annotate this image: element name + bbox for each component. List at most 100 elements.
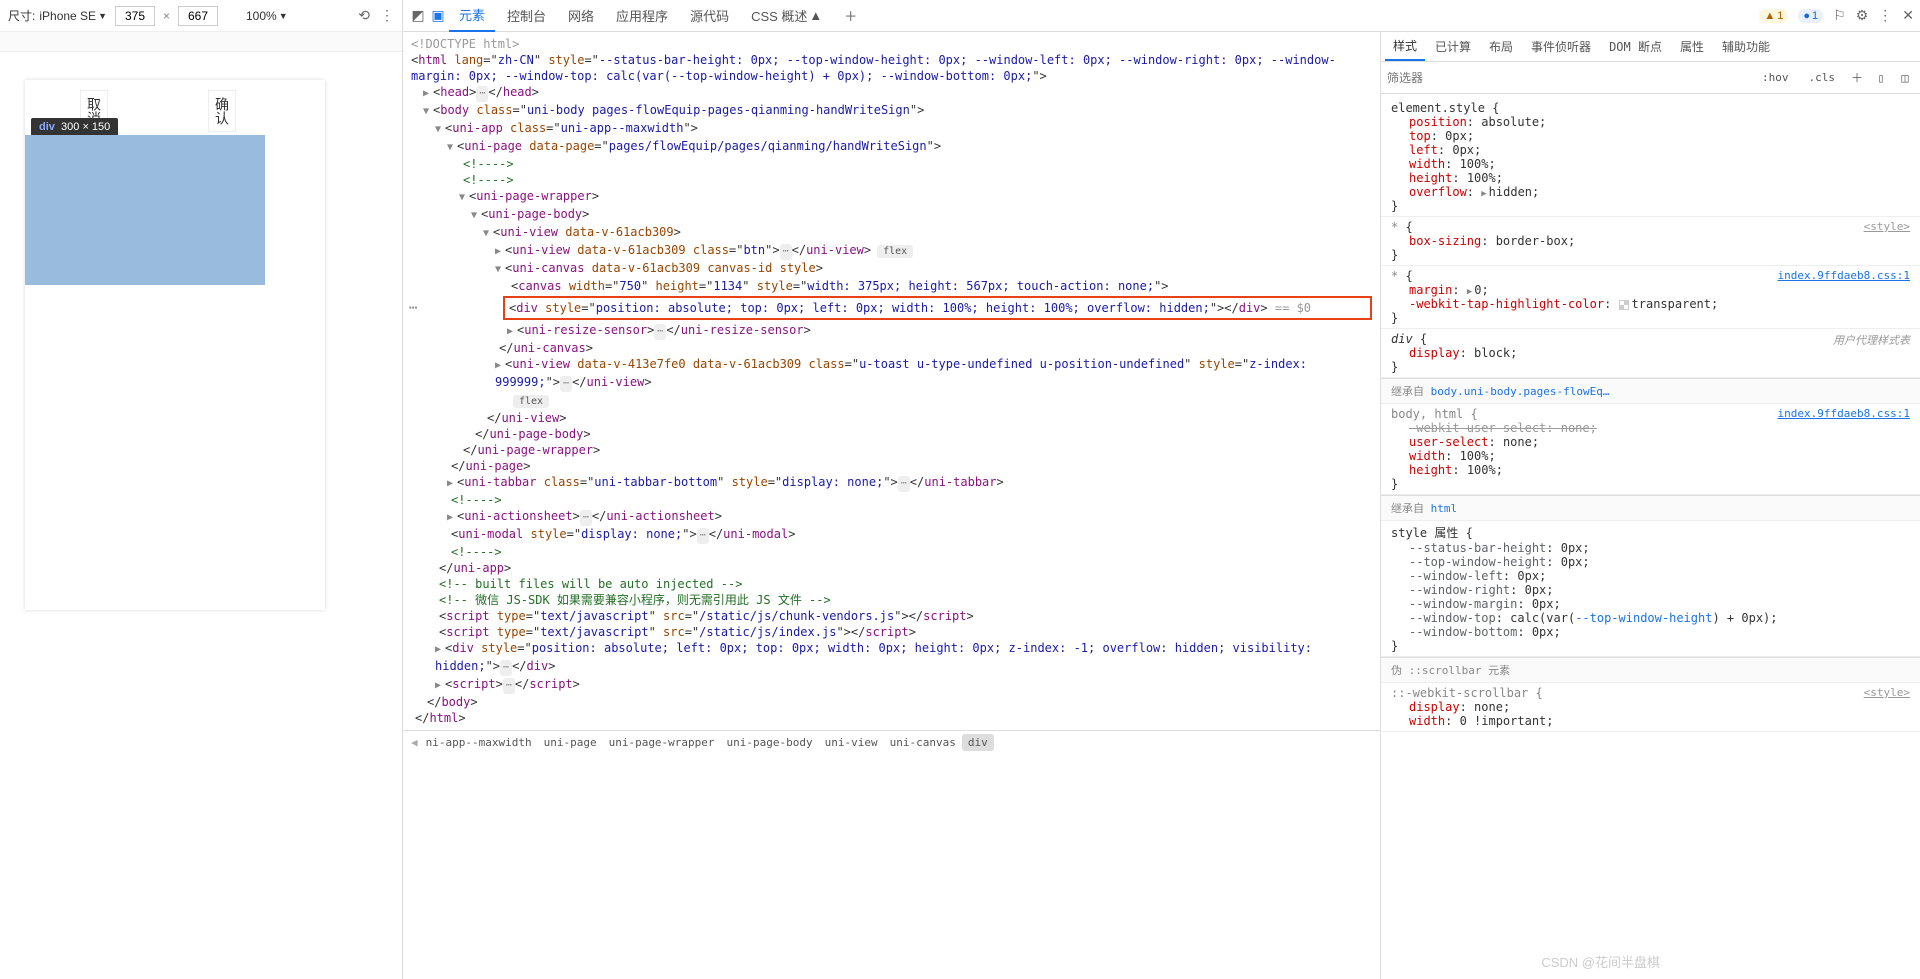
page-close[interactable]: </uni-page>	[411, 458, 1372, 474]
comment: <!-- 微信 JS-SDK 如果需要兼容小程序，则无需引用此 JS 文件 --…	[411, 592, 1372, 608]
script-tag[interactable]: <script type="text/javascript" src="/sta…	[411, 608, 1372, 624]
toast-tag[interactable]: ▶<uni-view data-v-413e7fe0 data-v-61acb3…	[411, 356, 1372, 410]
gutter-dots-icon: ⋯	[409, 300, 417, 316]
rule-star2[interactable]: index.9ffdaeb8.css:1 * { margin: ▶0; -we…	[1381, 266, 1920, 329]
crumb-item[interactable]: uni-page-wrapper	[603, 734, 721, 751]
device-viewport: 取消 确认 div 300 × 150	[0, 52, 402, 979]
add-rule-icon[interactable]: ＋	[1848, 69, 1866, 87]
devtools-panel: ◩ ▣ 元素 控制台 网络 应用程序 源代码 CSS 概述 ▲ ＋ ▲ 1 ● …	[403, 0, 1920, 979]
inherit-label: 继承自 html	[1381, 495, 1920, 521]
rule-style-attrs[interactable]: style 属性 { --status-bar-height: 0px; --t…	[1381, 521, 1920, 657]
height-input[interactable]	[178, 6, 218, 26]
tab-dombreak[interactable]: DOM 断点	[1601, 33, 1670, 60]
cls-button[interactable]: .cls	[1802, 68, 1843, 87]
hov-button[interactable]: :hov	[1755, 68, 1796, 87]
confirm-button[interactable]: 确认	[208, 90, 236, 132]
comment: <!---->	[411, 156, 1372, 172]
crumb-item[interactable]: ni-app--maxwidth	[420, 734, 538, 751]
panel-icon[interactable]: ◫	[1896, 69, 1914, 87]
styles-content[interactable]: element.style { position: absolute; top:…	[1381, 94, 1920, 979]
html-tag[interactable]: <html lang="zh-CN" style="--status-bar-h…	[411, 52, 1372, 84]
rule-scrollbar[interactable]: <style> ::-webkit-scrollbar { display: n…	[1381, 683, 1920, 732]
tab-console[interactable]: 控制台	[497, 0, 556, 31]
actionsheet-tag[interactable]: ▶<uni-actionsheet>⋯</uni-actionsheet>	[411, 508, 1372, 526]
tab-sources[interactable]: 源代码	[680, 0, 739, 31]
btn-view-tag[interactable]: ▶<uni-view data-v-61acb309 class="btn">⋯…	[411, 242, 1372, 260]
tab-styles[interactable]: 样式	[1385, 32, 1425, 61]
resize-sensor-tag[interactable]: ▶<uni-resize-sensor>⋯</uni-resize-sensor…	[411, 322, 1372, 340]
device-selector[interactable]: iPhone SE ▼	[39, 9, 107, 23]
wrapper-close[interactable]: </uni-page-wrapper>	[411, 442, 1372, 458]
crumb-item[interactable]: uni-page-body	[721, 734, 819, 751]
tab-add[interactable]: ＋	[834, 0, 867, 31]
view-close[interactable]: </uni-view>	[411, 410, 1372, 426]
zoom-value: 100%	[246, 9, 277, 23]
crumb-prev-icon[interactable]: ◀	[409, 736, 420, 749]
selected-element[interactable]: <div style="position: absolute; top: 0px…	[503, 296, 1372, 320]
crumb-item-active[interactable]: div	[962, 734, 994, 751]
warnings-badge[interactable]: ▲ 1	[1759, 9, 1788, 23]
computed-toggle-icon[interactable]: ▯	[1872, 69, 1890, 87]
dom-tree[interactable]: <!DOCTYPE html> <html lang="zh-CN" style…	[403, 32, 1380, 730]
rule-element-style[interactable]: element.style { position: absolute; top:…	[1381, 98, 1920, 217]
filter-bar: :hov .cls ＋ ▯ ◫	[1381, 62, 1920, 94]
crumb-item[interactable]: uni-canvas	[884, 734, 962, 751]
rule-star[interactable]: <style> * { box-sizing: border-box; }	[1381, 217, 1920, 266]
rule-div-ua[interactable]: 用户代理样式表 div { display: block; }	[1381, 329, 1920, 378]
uniapp-close[interactable]: </uni-app>	[411, 560, 1372, 576]
tab-a11y[interactable]: 辅助功能	[1714, 33, 1778, 60]
whatsnew-icon[interactable]: ⚐	[1833, 7, 1846, 24]
page-body-tag[interactable]: ▼<uni-page-body>	[411, 206, 1372, 224]
crumb-item[interactable]: uni-page	[538, 734, 603, 751]
rule-body-html[interactable]: index.9ffdaeb8.css:1 body, html { -webki…	[1381, 404, 1920, 495]
canvas-tag[interactable]: <canvas width="750" height="1134" style=…	[411, 278, 1372, 294]
abs-div-tag[interactable]: ▶<div style="position: absolute; left: 0…	[411, 640, 1372, 676]
styles-panel: 样式 已计算 布局 事件侦听器 DOM 断点 属性 辅助功能 :hov .cls…	[1380, 32, 1920, 979]
filter-input[interactable]	[1387, 71, 1749, 85]
uni-page-tag[interactable]: ▼<uni-page data-page="pages/flowEquip/pa…	[411, 138, 1372, 156]
info-badge[interactable]: ● 1	[1798, 9, 1823, 23]
script-tag[interactable]: <script type="text/javascript" src="/sta…	[411, 624, 1372, 640]
comment: <!---->	[411, 492, 1372, 508]
crumb-item[interactable]: uni-view	[819, 734, 884, 751]
head-tag[interactable]: ▶<head>⋯</head>	[411, 84, 1372, 102]
uni-view-tag[interactable]: ▼<uni-view data-v-61acb309>	[411, 224, 1372, 242]
more-icon[interactable]: ⋮	[380, 7, 394, 24]
pseudo-label: 伪 ::scrollbar 元素	[1381, 657, 1920, 683]
settings-icon[interactable]: ⚙	[1856, 7, 1869, 24]
zoom-selector[interactable]: 100% ▼	[246, 9, 288, 23]
inherit-label: 继承自 body.uni-body.pages-flowEq…	[1381, 378, 1920, 404]
device-mode-icon[interactable]: ▣	[429, 7, 447, 25]
tab-layout[interactable]: 布局	[1481, 33, 1521, 60]
tab-network[interactable]: 网络	[558, 0, 604, 31]
uni-canvas-tag[interactable]: ▼<uni-canvas data-v-61acb309 canvas-id s…	[411, 260, 1372, 278]
width-input[interactable]	[115, 6, 155, 26]
modal-tag[interactable]: <uni-modal style="display: none;">⋯</uni…	[411, 526, 1372, 544]
uni-app-tag[interactable]: ▼<uni-app class="uni-app--maxwidth">	[411, 120, 1372, 138]
tab-listeners[interactable]: 事件侦听器	[1523, 33, 1599, 60]
html-close[interactable]: </html>	[411, 710, 1372, 726]
comment: <!---->	[411, 172, 1372, 188]
chevron-down-icon: ▼	[279, 11, 288, 21]
body-close[interactable]: </body>	[411, 694, 1372, 710]
tabbar-tag[interactable]: ▶<uni-tabbar class="uni-tabbar-bottom" s…	[411, 474, 1372, 492]
rotate-icon[interactable]: ⟲	[358, 7, 370, 24]
script-tag[interactable]: ▶<script>⋯</script>	[411, 676, 1372, 694]
tab-computed[interactable]: 已计算	[1427, 33, 1479, 60]
inspect-icon[interactable]: ◩	[409, 7, 427, 25]
tab-elements[interactable]: 元素	[449, 0, 495, 32]
close-icon[interactable]: ✕	[1902, 7, 1914, 24]
comment: <!---->	[411, 544, 1372, 560]
page-wrapper-tag[interactable]: ▼<uni-page-wrapper>	[411, 188, 1372, 206]
canvas-close[interactable]: </uni-canvas>	[411, 340, 1372, 356]
tab-application[interactable]: 应用程序	[606, 0, 678, 31]
devtools-tabs: ◩ ▣ 元素 控制台 网络 应用程序 源代码 CSS 概述 ▲ ＋ ▲ 1 ● …	[403, 0, 1920, 32]
pagebody-close[interactable]: </uni-page-body>	[411, 426, 1372, 442]
tab-css-overview[interactable]: CSS 概述 ▲	[741, 0, 832, 31]
ruler	[0, 32, 402, 52]
device-panel: 尺寸: iPhone SE ▼ × 100% ▼ ⟲ ⋮ 取消 确认	[0, 0, 403, 979]
doctype: <!DOCTYPE html>	[411, 36, 1372, 52]
body-tag[interactable]: ▼<body class="uni-body pages-flowEquip-p…	[411, 102, 1372, 120]
tab-properties[interactable]: 属性	[1672, 33, 1712, 60]
more-icon[interactable]: ⋮	[1878, 7, 1892, 24]
